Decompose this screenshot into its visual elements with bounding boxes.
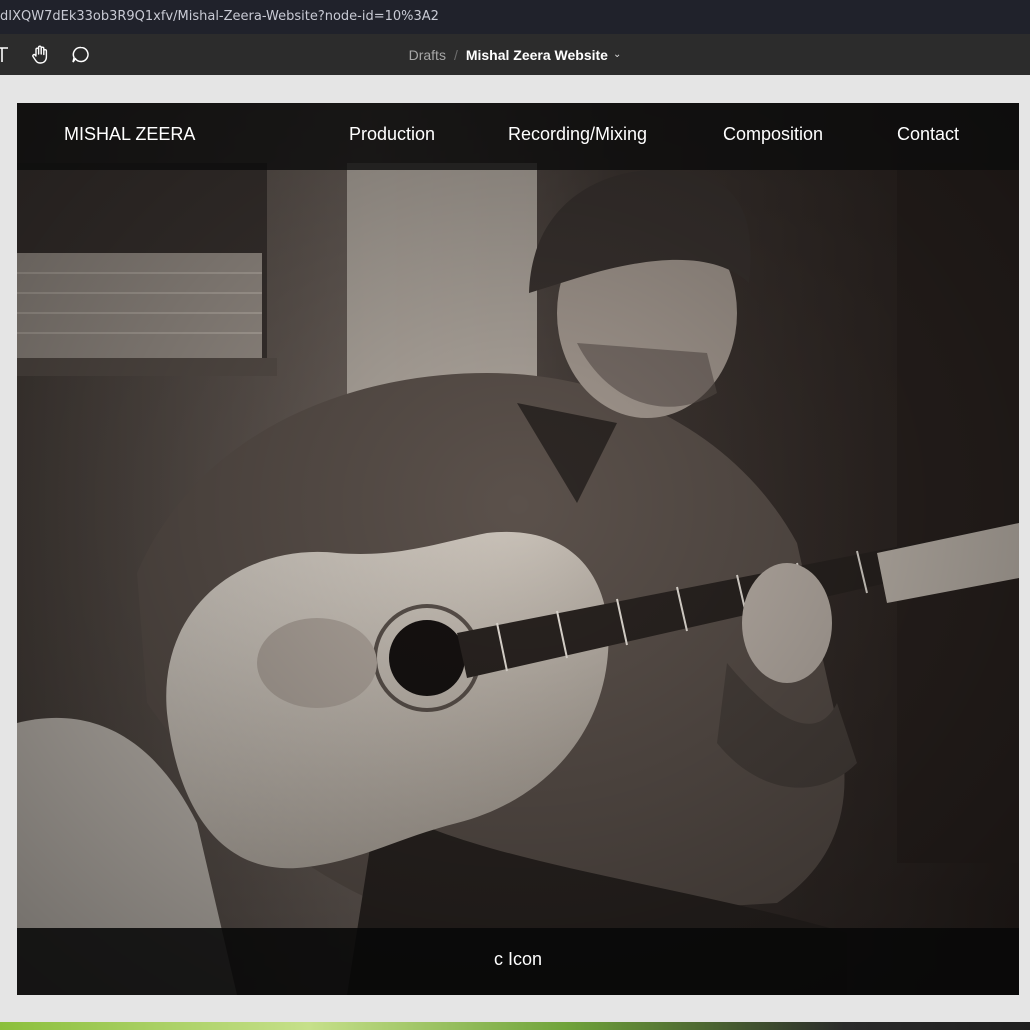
website-frame[interactable]: MISHAL ZEERA Production Recording/Mixing… [17, 103, 1019, 995]
url-text: dIXQW7dEk33ob3R9Q1xfv/Mishal-Zeera-Websi… [0, 9, 439, 24]
figma-toolbar: Drafts / Mishal Zeera Website ⌄ [0, 34, 1030, 75]
breadcrumb: Drafts / Mishal Zeera Website ⌄ [0, 34, 1030, 75]
file-name[interactable]: Mishal Zeera Website [466, 47, 608, 63]
guitarist-photo [17, 103, 1019, 995]
nav-link-recording-mixing[interactable]: Recording/Mixing [508, 103, 647, 166]
desktop-background-strip [0, 1022, 1030, 1030]
nav-link-production[interactable]: Production [349, 103, 435, 166]
nav-link-contact[interactable]: Contact [897, 103, 959, 166]
nav-link-composition[interactable]: Composition [723, 103, 823, 166]
site-brand[interactable]: MISHAL ZEERA [64, 103, 195, 166]
breadcrumb-separator: / [453, 46, 458, 63]
site-footer: c Icon [17, 928, 1019, 995]
chevron-down-icon[interactable]: ⌄ [613, 49, 621, 60]
design-canvas[interactable]: MISHAL ZEERA Production Recording/Mixing… [0, 75, 1030, 1022]
footer-text: c Icon [493, 949, 543, 969]
breadcrumb-drafts[interactable]: Drafts [409, 47, 446, 63]
browser-url-bar[interactable]: dIXQW7dEk33ob3R9Q1xfv/Mishal-Zeera-Websi… [0, 0, 1030, 34]
site-navbar: MISHAL ZEERA Production Recording/Mixing… [17, 103, 1019, 170]
